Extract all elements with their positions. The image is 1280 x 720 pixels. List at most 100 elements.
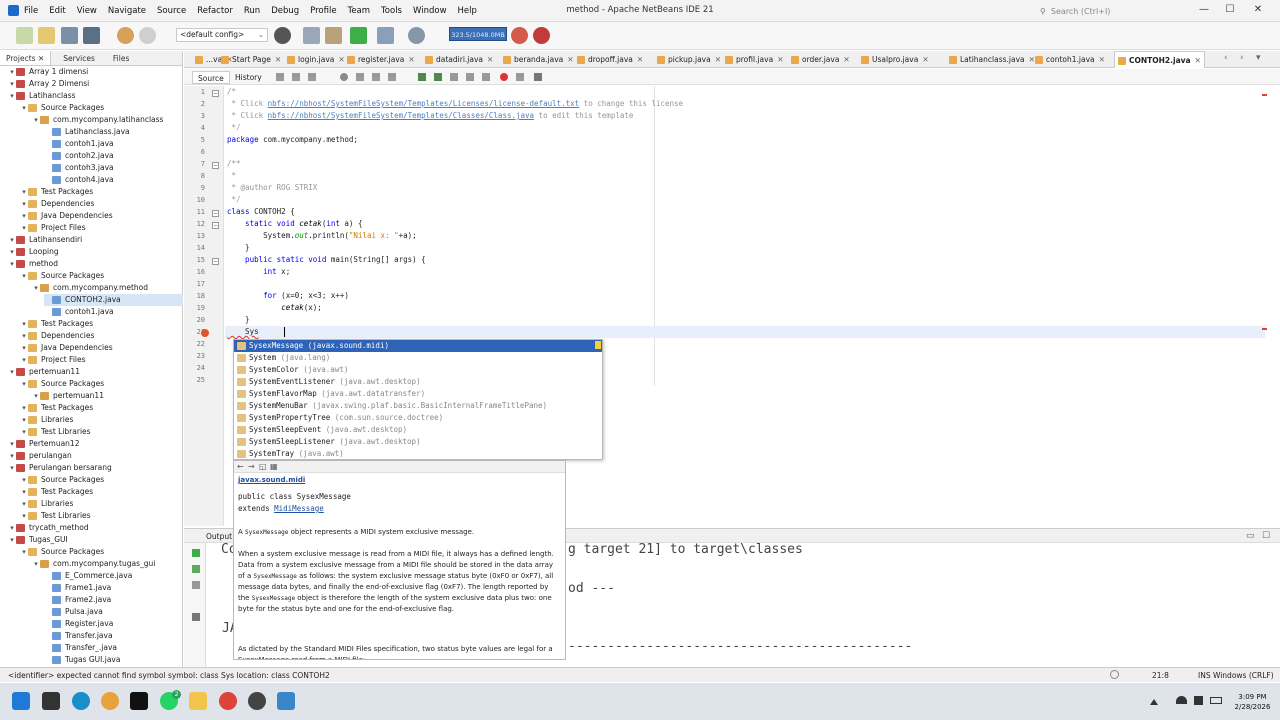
close-tab-icon[interactable]: ✕ <box>408 55 414 64</box>
menu-source[interactable]: Source <box>157 6 186 16</box>
close-tab-icon[interactable]: ✕ <box>843 55 849 64</box>
stop-icon[interactable] <box>533 27 550 44</box>
shift-right-icon[interactable] <box>482 73 490 81</box>
maximize-button[interactable]: ☐ <box>1222 3 1238 17</box>
wifi-icon[interactable] <box>1176 696 1187 704</box>
fold-toggle-icon[interactable]: − <box>212 258 219 265</box>
tree-item[interactable]: Frame2.java <box>44 594 183 606</box>
tab-history[interactable]: History <box>230 71 267 84</box>
expand-toggle-icon[interactable]: ▾ <box>8 462 16 474</box>
tree-item[interactable]: ▾ perulangan <box>8 450 183 462</box>
forward-icon[interactable]: → <box>248 462 256 471</box>
tree-item[interactable]: Latihanclass.java <box>44 126 183 138</box>
expand-toggle-icon[interactable]: ▾ <box>20 486 28 498</box>
tree-item[interactable]: ▾ Test Packages <box>20 318 183 330</box>
close-tab-icon[interactable]: ✕ <box>637 55 643 64</box>
tree-item[interactable]: contoh4.java <box>44 174 183 186</box>
tree-item[interactable]: ▾ Java Dependencies <box>20 210 183 222</box>
doc-package-link[interactable]: javax.sound.midi <box>238 475 560 486</box>
output-title[interactable]: Output <box>206 532 232 541</box>
expand-toggle-icon[interactable]: ▾ <box>20 198 28 210</box>
fold-toggle-icon[interactable]: − <box>212 210 219 217</box>
tree-item[interactable]: ▾ trycath_method <box>8 522 183 534</box>
editor-tab[interactable]: Usalpro.java ✕ <box>858 51 932 68</box>
expand-toggle-icon[interactable]: ▾ <box>8 90 16 102</box>
menu-team[interactable]: Team <box>348 6 370 16</box>
tree-item[interactable]: ▾ Source Packages <box>20 270 183 282</box>
volume-icon[interactable] <box>1194 696 1203 705</box>
tree-item[interactable]: Pulsa.java <box>44 606 183 618</box>
gc-icon[interactable] <box>511 27 528 44</box>
tree-item[interactable]: Register.java <box>44 618 183 630</box>
rerun-with-params-icon[interactable] <box>192 565 200 573</box>
tree-item[interactable]: contoh1.java <box>44 138 183 150</box>
completion-item[interactable]: SystemFlavorMap (java.awt.datatransfer) <box>234 388 602 400</box>
doc-superclass-link[interactable]: MidiMessage <box>274 504 324 513</box>
tree-item[interactable]: ▾ Project Files <box>20 354 183 366</box>
tree-item[interactable]: ▾ Pertemuan12 <box>8 438 183 450</box>
notifications-icon[interactable] <box>1110 670 1119 679</box>
clean-build-icon[interactable] <box>325 27 342 44</box>
editor-tab[interactable]: register.java ✕ <box>344 51 418 68</box>
editor-tab[interactable]: profil.java ✕ <box>722 51 786 68</box>
open-project-icon[interactable] <box>61 27 78 44</box>
redo-icon[interactable] <box>139 27 156 44</box>
tree-item[interactable]: ▾ com.mycompany.tugas_gui <box>32 558 183 570</box>
close-button[interactable]: ✕ <box>1250 3 1266 17</box>
tab-scroll-right-icon[interactable]: › <box>1240 53 1244 63</box>
expand-toggle-icon[interactable]: ▾ <box>20 354 28 366</box>
expand-toggle-icon[interactable]: ▾ <box>20 222 28 234</box>
file-explorer-icon[interactable] <box>189 692 207 710</box>
expand-toggle-icon[interactable]: ▾ <box>8 78 16 90</box>
find-next-icon[interactable] <box>372 73 380 81</box>
tree-item[interactable]: ▾ Libraries <box>20 498 183 510</box>
settings-app-icon[interactable] <box>248 692 266 710</box>
menu-window[interactable]: Window <box>413 6 447 16</box>
tree-item[interactable]: Frame1.java <box>44 582 183 594</box>
expand-toggle-icon[interactable]: ▾ <box>20 318 28 330</box>
menu-file[interactable]: File <box>24 6 38 16</box>
memory-indicator[interactable]: 323.5/1048.0MB <box>449 27 507 41</box>
find-previous-icon[interactable] <box>356 73 364 81</box>
fold-toggle-icon[interactable]: − <box>212 222 219 229</box>
tree-item[interactable]: ▾ Array 1 dimensi <box>8 66 183 78</box>
caret-position[interactable]: 21:8 <box>1152 671 1169 680</box>
expand-toggle-icon[interactable]: ▾ <box>20 102 28 114</box>
editor-tab[interactable]: Latihanclass.java ✕ <box>946 51 1038 68</box>
start-icon[interactable] <box>12 692 30 710</box>
template-link[interactable]: nbfs://nbhost/SystemFileSystem/Templates… <box>268 111 534 120</box>
run-icon[interactable] <box>350 27 367 44</box>
tree-item[interactable]: ▾ Source Packages <box>20 546 183 558</box>
editor-tab[interactable]: Start Page ✕ <box>218 51 284 68</box>
open-in-browser-icon[interactable]: ◱ <box>259 462 267 471</box>
completion-item[interactable]: SystemMenuBar (javax.swing.plaf.basic.Ba… <box>234 400 602 412</box>
menu-tools[interactable]: Tools <box>381 6 402 16</box>
expand-toggle-icon[interactable]: ▾ <box>32 282 40 294</box>
tree-item[interactable]: ▾ Test Libraries <box>20 426 183 438</box>
tree-item[interactable]: ▾ Tugas_GUI <box>8 534 183 546</box>
menu-view[interactable]: View <box>77 6 97 16</box>
toggle-bookmark-icon[interactable] <box>450 73 458 81</box>
close-tab-icon[interactable]: ✕ <box>715 55 721 64</box>
tree-item[interactable]: ▾ pertemuan11 <box>8 366 183 378</box>
editor-tab[interactable]: pickup.java ✕ <box>654 51 724 68</box>
expand-toggle-icon[interactable]: ▾ <box>32 114 40 126</box>
config-select[interactable]: <default config> ⌄ <box>176 28 268 42</box>
back-icon[interactable] <box>292 73 300 81</box>
editor-tab[interactable]: dropoff.java ✕ <box>574 51 646 68</box>
tab-files[interactable]: Files <box>101 51 135 65</box>
tree-item[interactable]: ▾ Source Packages <box>20 378 183 390</box>
expand-toggle-icon[interactable]: ▾ <box>20 546 28 558</box>
capcut-icon[interactable] <box>130 692 148 710</box>
fold-toggle-icon[interactable]: − <box>212 162 219 169</box>
tree-item[interactable]: E_Commerce.java <box>44 570 183 582</box>
close-tab-icon[interactable]: ✕ <box>777 55 783 64</box>
expand-toggle-icon[interactable]: ▾ <box>8 450 16 462</box>
find-icon[interactable] <box>340 73 348 81</box>
tab-list-icon[interactable]: ▾ <box>1256 53 1261 63</box>
completion-item[interactable]: System (java.lang) <box>234 352 602 364</box>
new-file-icon[interactable] <box>16 27 33 44</box>
expand-toggle-icon[interactable]: ▾ <box>20 270 28 282</box>
tab-projects[interactable]: Projects ✕ <box>0 51 52 65</box>
expand-toggle-icon[interactable]: ▾ <box>8 246 16 258</box>
